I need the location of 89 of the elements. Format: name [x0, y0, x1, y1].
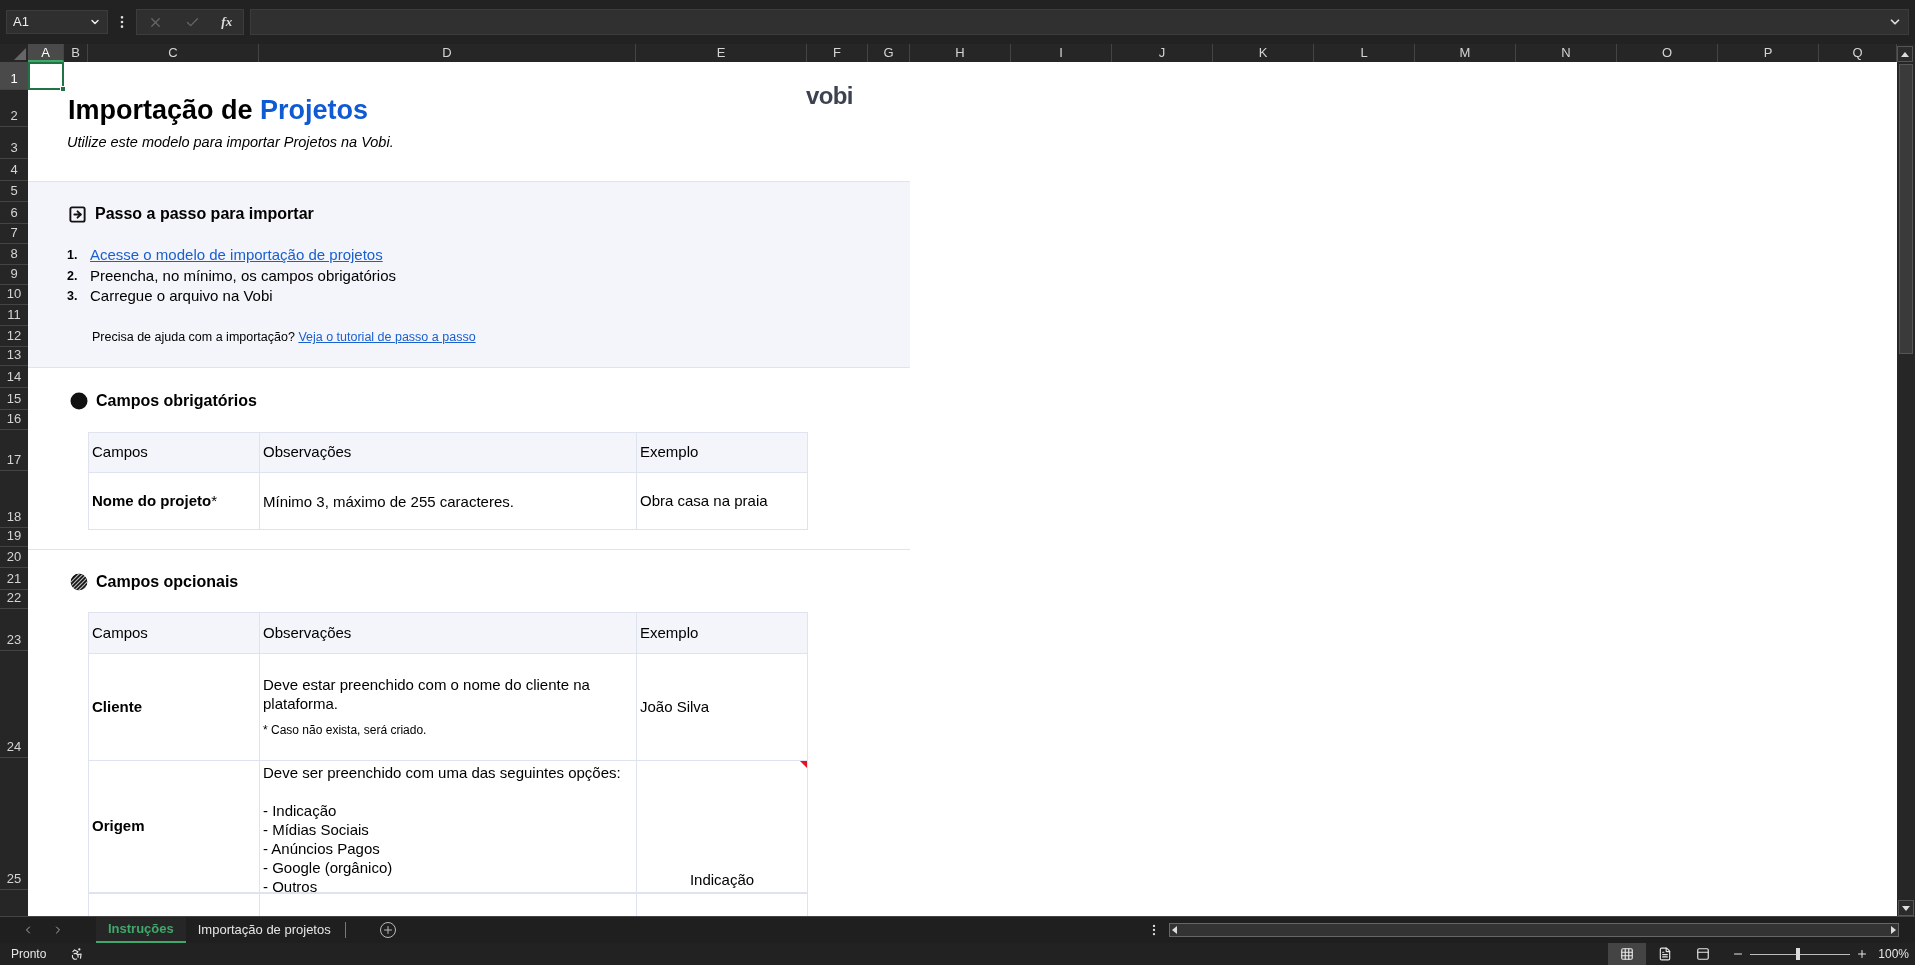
- row-header[interactable]: 5: [0, 181, 28, 202]
- row-header[interactable]: 1: [0, 62, 28, 90]
- zoom-slider-thumb[interactable]: [1796, 947, 1801, 960]
- observation-text: Deve ser preenchido com uma das seguintes opções:: [263, 763, 622, 782]
- step-link[interactable]: Acesse o modelo de importação de projetos: [90, 244, 383, 267]
- arrow-box-icon: [68, 204, 87, 224]
- scroll-down-button[interactable]: [1898, 900, 1914, 916]
- select-all-icon[interactable]: [14, 48, 26, 60]
- example-text: João Silva: [640, 696, 710, 717]
- insert-function-button[interactable]: fx: [221, 12, 233, 32]
- scroll-up-button[interactable]: [1897, 46, 1913, 62]
- column-header[interactable]: A: [28, 44, 64, 62]
- option-text: - Google (orgânico): [263, 858, 394, 877]
- row-header[interactable]: 16: [0, 410, 28, 430]
- row-header[interactable]: 22: [0, 590, 28, 609]
- row-header[interactable]: 19: [0, 528, 28, 547]
- row-header[interactable]: 11: [0, 305, 28, 326]
- row-header[interactable]: 12: [0, 326, 28, 347]
- row-header[interactable]: 8: [0, 244, 28, 265]
- table-cell: Cliente: [89, 654, 260, 761]
- row-header[interactable]: 3: [0, 127, 28, 159]
- step-number: 3.: [67, 287, 79, 305]
- sheet-tab[interactable]: Instruções: [96, 917, 186, 943]
- example-text: Obra casa na praia: [640, 490, 768, 511]
- table-header-cell: Exemplo: [637, 612, 808, 654]
- row-header[interactable]: 25: [0, 758, 28, 890]
- view-button[interactable]: [1608, 943, 1647, 965]
- sheet-tab[interactable]: Importação de projetos: [185, 917, 343, 943]
- row-header[interactable]: 17: [0, 430, 28, 471]
- table-cell: Origem: [89, 761, 260, 893]
- row-header[interactable]: 10: [0, 285, 28, 305]
- subtitle: Utilize este modelo para importar Projetos na Vobi.: [67, 133, 394, 153]
- row-header[interactable]: 14: [0, 366, 28, 388]
- row-header[interactable]: 24: [0, 651, 28, 758]
- row-header[interactable]: 13: [0, 347, 28, 366]
- step-text: Preencha, no mínimo, os campos obrigatórios: [90, 265, 396, 286]
- option-text: - Mídias Sociais: [263, 820, 370, 839]
- striped-circle-icon: [70, 573, 88, 591]
- logo: vobi: [806, 81, 853, 111]
- row-header[interactable]: 6: [0, 202, 28, 224]
- zoom-level[interactable]: 100%: [1878, 945, 1909, 963]
- grid-icon: [1620, 947, 1635, 961]
- observation-text: Deve estar preenchido com o nome do cliente na plataforma.: [263, 674, 591, 713]
- status-text: Pronto: [11, 946, 47, 963]
- row-header[interactable]: 23: [0, 609, 28, 651]
- section-heading: Passo a passo para importar: [95, 204, 314, 224]
- table-header-cell: Campos: [89, 612, 260, 654]
- observation-text: Mínimo 3, máximo de 255 caracteres.: [263, 491, 515, 511]
- scroll-thumb[interactable]: [1899, 64, 1913, 354]
- comment-marker: [800, 761, 807, 768]
- row-header[interactable]: 20: [0, 547, 28, 568]
- option-text: - Outros: [263, 877, 319, 896]
- page-icon: [1658, 947, 1673, 961]
- row-header[interactable]: 2: [0, 90, 28, 127]
- zoom-in-icon[interactable]: [1856, 948, 1869, 960]
- row-header[interactable]: 9: [0, 265, 28, 285]
- section-heading: Campos opcionais: [96, 572, 239, 592]
- table-header-cell: Exemplo: [637, 432, 808, 473]
- left-triangle-icon[interactable]: [1170, 924, 1180, 936]
- name-box[interactable]: A1: [6, 10, 108, 34]
- step-text: Carregue o arquivo na Vobi: [90, 285, 273, 306]
- formula-field[interactable]: [250, 9, 1909, 35]
- step-number: 1.: [67, 247, 79, 265]
- step-number: 2.: [67, 267, 79, 285]
- tutorial-link[interactable]: Veja o tutorial de passo a passo: [298, 330, 476, 345]
- page-title: Importação de Projetos: [68, 97, 369, 127]
- help-text: Precisa de ajuda com a importação? Veja o tutorial de passo a passo: [92, 329, 476, 347]
- table-header-cell: Campos: [89, 432, 260, 473]
- right-triangle-icon[interactable]: [1888, 924, 1898, 936]
- section-heading: Campos obrigatórios: [96, 391, 257, 411]
- option-text: - Anúncios Pagos: [263, 839, 381, 858]
- row-header[interactable]: 18: [0, 471, 28, 528]
- example-text: Indicação: [689, 869, 755, 890]
- down-triangle-icon: [1902, 905, 1910, 911]
- accessibility-icon[interactable]: [70, 947, 85, 961]
- row-header[interactable]: 4: [0, 159, 28, 181]
- filled-circle-icon: [70, 392, 88, 410]
- footnote-text: * Caso não exista, será criado.: [263, 721, 428, 739]
- table-header-cell: Observações: [260, 432, 637, 473]
- panel-icon: [1696, 947, 1711, 961]
- row-header[interactable]: 21: [0, 568, 28, 590]
- row-header[interactable]: 7: [0, 224, 28, 244]
- table-header-cell: Observações: [260, 612, 637, 654]
- horizontal-scrollbar[interactable]: [1169, 923, 1899, 937]
- selected-cell[interactable]: [28, 62, 64, 90]
- up-triangle-icon: [1901, 51, 1909, 57]
- row-header[interactable]: 15: [0, 388, 28, 410]
- option-text: - Indicação: [263, 801, 338, 820]
- table-cell: Nome do projeto*: [89, 473, 260, 530]
